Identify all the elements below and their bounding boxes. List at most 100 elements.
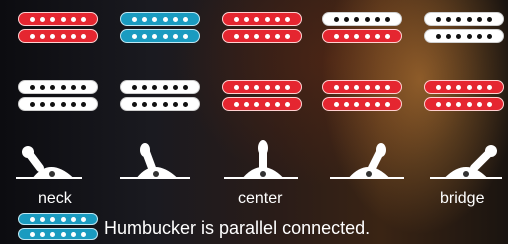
pickup-row2-pos5 — [424, 80, 504, 114]
parallel-humbucker-legend-icon — [18, 213, 98, 243]
pole-piece-dot — [182, 33, 188, 39]
pole-piece-dot — [486, 16, 492, 22]
pole-piece-dot — [274, 101, 280, 107]
pole-piece-dot — [40, 84, 46, 90]
position-label-bridge: bridge — [440, 190, 485, 207]
humbucker-coil-1 — [322, 12, 402, 26]
pole-piece-dot — [254, 16, 260, 22]
pole-piece-dot — [234, 101, 240, 107]
pole-piece-dot — [142, 101, 148, 107]
humbucker-coil-2 — [120, 29, 200, 43]
humbucker-coil-1 — [424, 12, 504, 26]
pole-piece-dot — [264, 101, 270, 107]
pole-piece-dot — [254, 33, 260, 39]
pole-piece-dot — [244, 16, 250, 22]
pole-piece-dot — [182, 16, 188, 22]
humbucker-coil-2 — [424, 97, 504, 111]
pole-piece-dot — [40, 33, 46, 39]
pole-piece-dot — [162, 101, 168, 107]
pole-piece-dot — [30, 84, 36, 90]
pole-piece-dot — [60, 84, 66, 90]
pole-piece-dot — [456, 16, 462, 22]
pole-piece-dot — [446, 33, 452, 39]
pole-piece-dot — [374, 16, 380, 22]
pole-piece-dot — [30, 216, 36, 222]
pole-piece-dot — [60, 216, 66, 222]
pole-piece-dot — [30, 16, 36, 22]
pole-piece-dot — [70, 101, 76, 107]
humbucker-coil-2 — [18, 97, 98, 111]
pole-piece-dot — [70, 216, 76, 222]
pole-piece-dot — [364, 16, 370, 22]
pole-piece-dot — [264, 16, 270, 22]
pole-piece-dot — [344, 101, 350, 107]
pole-piece-dot — [354, 16, 360, 22]
pole-piece-dot — [374, 84, 380, 90]
pole-piece-dot — [384, 33, 390, 39]
pole-piece-dot — [182, 101, 188, 107]
pole-piece-dot — [234, 16, 240, 22]
pole-piece-dot — [264, 84, 270, 90]
pickup-wiring-diagram: neck center bridge Humbucker is parallel… — [0, 0, 508, 244]
pole-piece-dot — [60, 16, 66, 22]
pole-piece-dot — [80, 33, 86, 39]
pole-piece-dot — [284, 84, 290, 90]
humbucker-coil-1 — [120, 80, 200, 94]
pole-piece-dot — [142, 33, 148, 39]
pole-piece-dot — [284, 33, 290, 39]
pickup-row2-pos2 — [120, 80, 200, 114]
pole-piece-dot — [476, 16, 482, 22]
pickup-row1-pos1 — [18, 12, 98, 46]
switch-position-3-icon — [218, 138, 308, 184]
pole-piece-dot — [384, 101, 390, 107]
pole-piece-dot — [80, 231, 86, 237]
pole-piece-dot — [456, 84, 462, 90]
pole-piece-dot — [354, 84, 360, 90]
pole-piece-dot — [384, 16, 390, 22]
pole-piece-dot — [446, 16, 452, 22]
pole-piece-dot — [132, 101, 138, 107]
pole-piece-dot — [486, 101, 492, 107]
pole-piece-dot — [50, 231, 56, 237]
pole-piece-dot — [364, 84, 370, 90]
humbucker-coil-2 — [424, 29, 504, 43]
pole-piece-dot — [152, 16, 158, 22]
pole-piece-dot — [152, 84, 158, 90]
pole-piece-dot — [172, 101, 178, 107]
pole-piece-dot — [152, 101, 158, 107]
pole-piece-dot — [182, 84, 188, 90]
humbucker-coil-1 — [222, 12, 302, 26]
pole-piece-dot — [354, 33, 360, 39]
pole-piece-dot — [436, 16, 442, 22]
pole-piece-dot — [50, 216, 56, 222]
pole-piece-dot — [374, 101, 380, 107]
pole-piece-dot — [456, 101, 462, 107]
humbucker-coil-2 — [18, 29, 98, 43]
pole-piece-dot — [344, 33, 350, 39]
pole-piece-dot — [60, 33, 66, 39]
pole-piece-dot — [80, 216, 86, 222]
pole-piece-dot — [486, 33, 492, 39]
pole-piece-dot — [436, 33, 442, 39]
humbucker-coil-2 — [120, 97, 200, 111]
pole-piece-dot — [50, 101, 56, 107]
pole-piece-dot — [50, 16, 56, 22]
pole-piece-dot — [354, 101, 360, 107]
pole-piece-dot — [244, 84, 250, 90]
pole-piece-dot — [70, 231, 76, 237]
pole-piece-dot — [476, 101, 482, 107]
pole-piece-dot — [162, 84, 168, 90]
pole-piece-dot — [40, 101, 46, 107]
pole-piece-dot — [172, 16, 178, 22]
legend-text: Humbucker is parallel connected. — [104, 218, 371, 238]
switch-position-2-icon — [114, 138, 204, 184]
pickup-row1-pos2 — [120, 12, 200, 46]
humbucker-coil-2 — [322, 97, 402, 111]
pole-piece-dot — [486, 84, 492, 90]
pole-piece-dot — [476, 84, 482, 90]
pole-piece-dot — [334, 33, 340, 39]
pickup-row2-pos3 — [222, 80, 302, 114]
pole-piece-dot — [50, 84, 56, 90]
position-label-center: center — [238, 190, 283, 207]
position-label-neck: neck — [38, 190, 72, 207]
